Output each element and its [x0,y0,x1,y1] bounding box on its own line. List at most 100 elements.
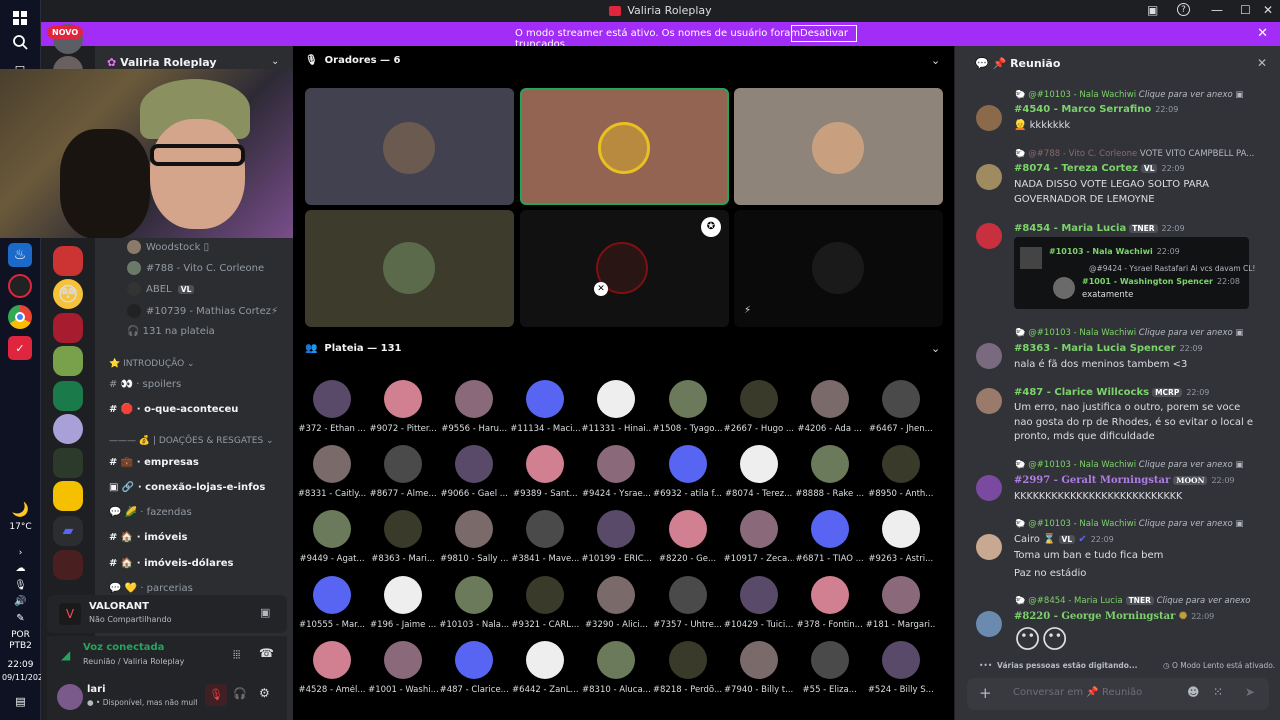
help-icon[interactable]: ? [1177,3,1190,16]
server-name[interactable]: ✿ Valiria Roleplay [107,56,217,69]
audience-member[interactable]: #9810 - Sally ... [439,510,509,564]
audience-member[interactable]: #7940 - Billy t... [724,640,794,695]
channel-empresas[interactable]: # 💼 · empresas [109,457,199,468]
audience-member[interactable]: #2667 - Hugo ... [724,380,794,434]
audience-member[interactable]: #6467 - Jhen... [866,380,936,434]
audience-member[interactable]: #8074 - Terez... [724,445,794,499]
audience-member[interactable]: #524 - Billy S... [866,640,936,695]
clock-time[interactable]: 22:09 [2,660,39,671]
audience-member[interactable]: #372 - Ethan ... [297,380,367,434]
speaker-tile-active[interactable] [520,88,729,205]
audience-member[interactable]: #55 - Eliza... [795,640,865,695]
server-icon[interactable] [53,346,83,376]
steam-icon[interactable]: ♨ [8,243,32,267]
user-name[interactable]: lari [87,684,106,695]
disconnect-icon[interactable]: ☎ [259,646,274,660]
audience-member[interactable]: #6871 - TIAO ... [795,510,865,564]
server-icon[interactable] [53,481,83,511]
audience-member[interactable]: #487 - Clarice... [439,640,509,695]
avatar[interactable] [976,164,1002,190]
chevron-up-icon[interactable]: › [2,548,39,559]
audience-member[interactable]: #9389 - Sant... [510,445,580,499]
audience-member[interactable]: #6442 - ZanL... [510,640,580,695]
channel-parcerias[interactable]: 💬 💛 · parcerias [109,583,193,594]
audience-member[interactable]: #6932 - atila f... [653,445,723,499]
audience-member[interactable]: #196 - Jaime ... [368,575,438,630]
avatar[interactable] [976,475,1002,501]
inbox-icon[interactable]: ▣ [1147,3,1158,17]
audience-member[interactable]: #3290 - Alici... [581,575,651,630]
folder-icon[interactable]: ▰ [53,516,83,546]
category-intro[interactable]: ⭐ INTRODUÇÃO ⌄ [109,359,195,369]
avatar[interactable] [976,343,1002,369]
valiria-app-icon[interactable]: ✓ [8,336,32,360]
minimize-button[interactable]: — [1211,3,1223,17]
stage-user[interactable]: Woodstock ▯ [127,240,209,254]
audience-member[interactable]: #9449 - Agat... [297,510,367,564]
close-banner-icon[interactable]: ✕ [1257,26,1268,41]
keyboard-layout[interactable]: PTB2 [2,641,39,652]
audience-member[interactable]: #10555 - Mar... [297,575,367,630]
server-icon[interactable] [53,381,83,411]
audience-member[interactable]: #8677 - Alme... [368,445,438,499]
avatar[interactable] [976,105,1002,131]
speaker-tile[interactable] [734,88,943,205]
avatar[interactable] [976,534,1002,560]
mic-icon[interactable]: 🎙 [2,580,39,591]
close-window-button[interactable]: ✕ [1263,3,1273,17]
chevron-down-icon[interactable]: ⌄ [931,342,940,355]
server-icon[interactable] [53,246,83,276]
category-doacoes[interactable]: ——— 💰 | DOAÇÕES & RESGATES ⌄ [109,436,274,446]
send-icon[interactable]: ➤ [1245,685,1255,699]
app-icon[interactable] [8,274,32,298]
reply-preview[interactable]: 🐑 @#10103 - Nala Wachiwi Clique para ver… [1015,460,1243,470]
apps-icon[interactable]: ⁙ [1213,685,1223,699]
audience-member[interactable]: #10429 - Tuici... [724,575,794,630]
stage-user[interactable]: ABEL VL [127,282,195,296]
reply-preview[interactable]: 🐑 @#10103 - Nala Wachiwi Clique para ver… [1015,90,1243,100]
settings-gear-icon[interactable]: ⚙ [259,686,270,700]
chevron-down-icon[interactable]: ⌄ [271,56,279,67]
speaker-tile[interactable] [305,88,514,205]
audience-member[interactable]: #8888 - Rake ... [795,445,865,499]
volume-icon[interactable]: 🔊 [2,596,39,607]
chevron-down-icon[interactable]: ⌄ [931,54,940,67]
server-icon[interactable]: 😳 [53,279,83,309]
audience-member[interactable]: #4528 - Amél... [297,640,367,695]
server-icon[interactable] [53,414,83,444]
reply-preview[interactable]: 🐑 @#788 - Vito C. Corleone VOTE VITO CAM… [1015,149,1255,159]
audience-member[interactable]: #8331 - Caitly... [297,445,367,499]
channel-imoveis[interactable]: # 🏠 · imóveis [109,532,187,543]
audience-member[interactable]: #8950 - Anth... [866,445,936,499]
audience-member[interactable]: #9072 - Pitter... [368,380,438,434]
reply-preview[interactable]: 🐑 @#10103 - Nala Wachiwi Clique para ver… [1015,328,1243,338]
channel-spoilers[interactable]: # 👀 · spoilers [109,379,181,390]
headphones-icon[interactable]: 🎧 [233,687,247,700]
stage-user[interactable]: #10739 - Mathias Cortez [127,304,271,318]
audience-member[interactable]: #11331 - Hinai... [581,380,651,434]
channel-conexao-lojas[interactable]: ▣ 🔗 · conexão-lojas-e-infos [109,482,265,493]
audience-member[interactable]: #378 - Fontin... [795,575,865,630]
audience-member[interactable]: #9321 - CARL... [510,575,580,630]
audience-member[interactable]: #8218 - Perdõ... [653,640,723,695]
audience-member[interactable]: #10917 - Zeca... [724,510,794,564]
audience-member[interactable]: #7357 - Uhtre... [653,575,723,630]
stage-user[interactable]: #788 - Vito C. Corleone [127,261,264,275]
mic-muted-icon[interactable]: 🎙 [205,684,227,706]
audience-member[interactable]: #11134 - Maci... [510,380,580,434]
audience-member[interactable]: #8363 - Mari... [368,510,438,564]
chat-input[interactable]: Conversar em 📌 Reunião [1013,687,1142,698]
server-icon[interactable] [53,313,83,343]
reply-preview[interactable]: 🐑 @#8454 - Maria Lucia TNER Clique para v… [1015,596,1255,606]
language-code[interactable]: POR [2,630,39,641]
avatar[interactable] [976,388,1002,414]
audience-member[interactable]: #8220 - Ge... [653,510,723,564]
chrome-icon[interactable] [8,305,32,329]
audience-member[interactable]: #9424 - Ysrae... [581,445,651,499]
avatar[interactable] [57,684,83,710]
audience-member[interactable]: #1508 - Tyago... [653,380,723,434]
disable-streamer-button[interactable]: Desativar [791,25,858,42]
channel-o-que-aconteceu[interactable]: # 🛑 · o-que-aconteceu [109,404,238,415]
audience-member[interactable]: #4206 - Ada ... [795,380,865,434]
chat-input-box[interactable]: + Conversar em 📌 Reunião ☻ ⁙ ➤ [967,678,1269,710]
